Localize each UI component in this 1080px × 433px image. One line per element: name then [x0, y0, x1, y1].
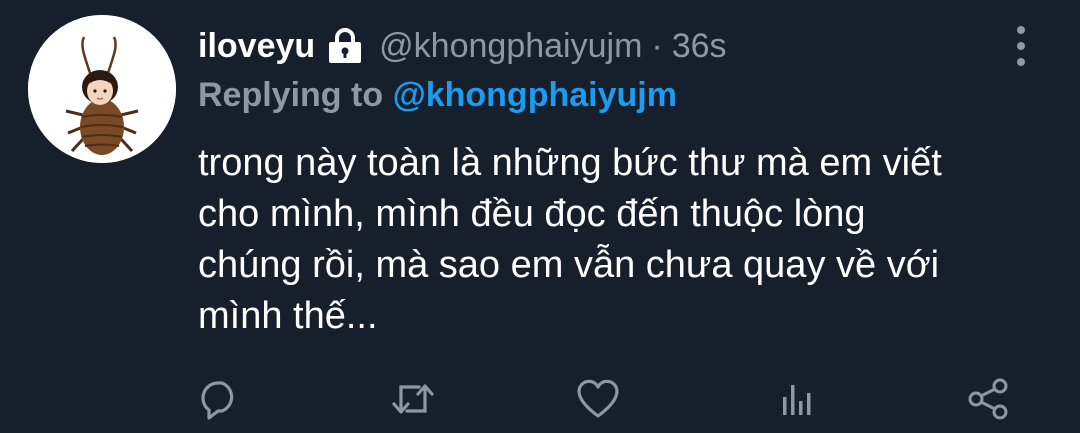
tweet-header: iloveyu @khongphaiyujm · 36s	[198, 24, 727, 68]
replying-to-label: Replying to	[198, 76, 384, 114]
tweet-text-line: cho mình, mình đều đọc đến thuộc lòng	[198, 193, 866, 235]
action-bar	[0, 374, 1080, 424]
retweet-button[interactable]	[388, 374, 438, 424]
retweet-icon	[392, 384, 434, 414]
tweet-text-line: chúng rồi, mà sao em vẫn chưa quay về vớ…	[198, 244, 940, 286]
avatar[interactable]	[28, 15, 176, 163]
reply-mention-link[interactable]: @khongphaiyujm	[393, 76, 677, 114]
like-button[interactable]	[573, 374, 623, 424]
replying-to: Replying to @khongphaiyujm	[198, 76, 677, 115]
tweet-text-line: mình thế...	[198, 295, 378, 337]
more-vertical-icon[interactable]	[1008, 26, 1034, 66]
comment-icon	[201, 381, 234, 420]
tweet-text: trong này toàn là những bức thư mà em vi…	[198, 138, 1058, 342]
more-dot	[1017, 42, 1025, 50]
lock-icon	[325, 28, 365, 64]
more-dot	[1017, 58, 1025, 66]
tweet-text-line: trong này toàn là những bức thư mà em vi…	[198, 142, 942, 184]
heart-icon	[577, 379, 619, 418]
separator-dot: ·	[651, 26, 663, 65]
timestamp[interactable]: 36s	[672, 27, 727, 66]
analytics-icon	[783, 385, 811, 415]
share-icon	[968, 378, 1008, 420]
reply-button[interactable]	[195, 374, 245, 424]
share-button[interactable]	[963, 374, 1013, 424]
more-dot	[1017, 26, 1025, 34]
user-handle[interactable]: @khongphaiyujm	[379, 27, 642, 66]
analytics-button[interactable]	[772, 374, 822, 424]
display-name[interactable]: iloveyu	[198, 27, 315, 66]
